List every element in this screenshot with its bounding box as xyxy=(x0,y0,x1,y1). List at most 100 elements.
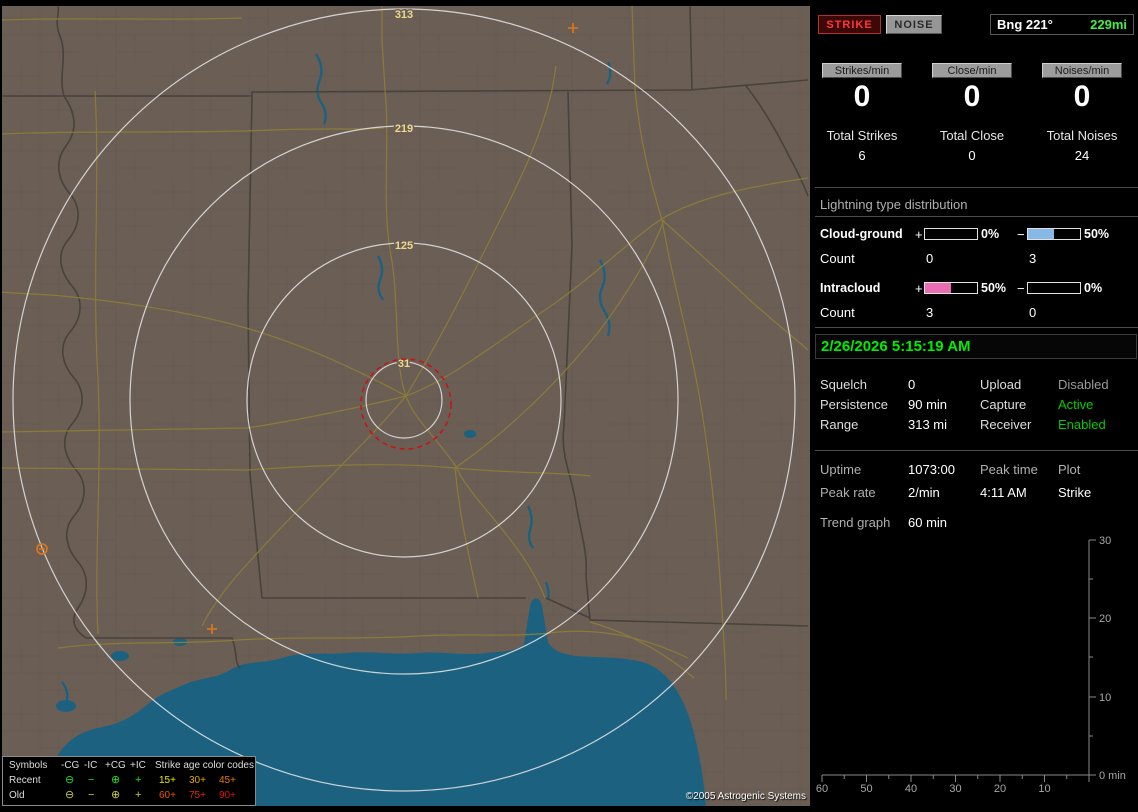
noises-per-min-value: 0 xyxy=(1073,80,1091,113)
cg-pos-recent-icon: ⊕ xyxy=(111,774,121,786)
uptime-label: Uptime xyxy=(820,462,862,477)
y-tick-20: 20 xyxy=(1099,613,1111,625)
copyright-text: ©2005 Astrogenic Systems xyxy=(685,791,806,802)
cg-minus-sign: − xyxy=(1017,227,1025,242)
peak-rate-label: Peak rate xyxy=(820,485,876,500)
nexstorm-window: 313 219 125 31 Symbols -CG -IC +CG +IC S… xyxy=(0,0,1138,812)
x-tick-20: 20 xyxy=(994,783,1006,795)
x-tick-60: 60 xyxy=(816,783,828,795)
plot-value: Strike xyxy=(1058,485,1092,500)
cg-plus-sign: + xyxy=(915,227,923,242)
ring-label-313: 313 xyxy=(395,9,413,21)
capture-label: Capture xyxy=(980,397,1027,412)
close-counter-column: Close/min 0 Total Close 0 xyxy=(932,63,1012,163)
receiver-value: Enabled xyxy=(1058,417,1106,432)
trend-x-major-ticks xyxy=(821,775,1090,782)
map-legend: Symbols -CG -IC +CG +IC Strike age color… xyxy=(2,756,256,806)
cg-negative-bar-fill xyxy=(1028,229,1054,239)
legend-col-ic-pos: +IC xyxy=(130,760,146,771)
strike-indicator-button[interactable]: STRIKE xyxy=(818,15,881,34)
x-tick-10: 10 xyxy=(1038,783,1050,795)
legend-old-label: Old xyxy=(9,790,25,801)
peak-rate-value: 2/min xyxy=(908,485,940,500)
legend-age-header: Strike age color codes xyxy=(155,760,254,771)
ic-negative-bar xyxy=(1027,282,1081,294)
close-per-min-label: Close/min xyxy=(932,63,1012,78)
ic-minus-sign: − xyxy=(1017,281,1025,296)
intracloud-label: Intracloud xyxy=(820,281,881,295)
trend-graph: 30 20 10 0 min 60 50 40 30 20 10 xyxy=(816,535,1126,795)
cg-neg-recent-icon: ⊖ xyxy=(65,774,75,786)
persistence-label: Persistence xyxy=(820,397,888,412)
origin-tick: 0 min xyxy=(1099,770,1126,782)
map-svg: 313 219 125 31 xyxy=(2,6,810,806)
legend-col-cg-pos: +CG xyxy=(105,760,126,771)
x-tick-50: 50 xyxy=(860,783,872,795)
receiver-label: Receiver xyxy=(980,417,1032,432)
ic-neg-old-icon: − xyxy=(88,789,95,801)
squelch-value: 0 xyxy=(908,377,916,392)
total-strikes-value: 6 xyxy=(858,148,866,163)
trend-y-minor-ticks xyxy=(1089,578,1093,737)
trend-graph-label: Trend graph xyxy=(820,515,891,530)
ring-label-125: 125 xyxy=(395,240,413,252)
noises-counter-column: Noises/min 0 Total Noises 24 xyxy=(1042,63,1122,163)
cg-neg-old-icon: ⊖ xyxy=(65,789,75,801)
bearing-distance: 229mi xyxy=(1090,17,1127,32)
uptime-value: 1073:00 xyxy=(908,462,955,477)
close-per-min-value: 0 xyxy=(963,80,981,113)
peak-time-value: 4:11 AM xyxy=(980,485,1027,500)
age-30: 30+ xyxy=(189,775,206,786)
ring-label-31: 31 xyxy=(398,358,410,370)
legend-recent-label: Recent xyxy=(9,775,41,786)
strikes-per-min-label: Strikes/min xyxy=(822,63,902,78)
total-noises-value: 24 xyxy=(1074,148,1090,163)
ic-pos-recent-icon: + xyxy=(135,774,142,786)
distribution-title: Lightning type distribution xyxy=(820,197,968,212)
persistence-value: 90 min xyxy=(908,397,948,412)
cg-positive-count: 0 xyxy=(926,251,934,266)
total-noises-label: Total Noises xyxy=(1046,128,1118,143)
x-tick-40: 40 xyxy=(905,783,917,795)
noises-per-min-label: Noises/min xyxy=(1042,63,1122,78)
upload-label: Upload xyxy=(980,377,1022,392)
noise-indicator-button[interactable]: NOISE xyxy=(886,15,942,34)
lightning-map[interactable]: 313 219 125 31 Symbols -CG -IC +CG +IC S… xyxy=(2,6,810,806)
age-45: 45+ xyxy=(219,775,236,786)
cg-negative-pct: 50% xyxy=(1084,227,1110,241)
control-panel: STRIKE NOISE Bng 221° 229mi Strikes/min … xyxy=(815,0,1138,812)
cg-pos-old-icon: ⊕ xyxy=(111,789,121,801)
datetime-display: 2/26/2026 5:15:19 AM xyxy=(815,334,1137,359)
cg-positive-bar xyxy=(924,228,978,240)
y-tick-30: 30 xyxy=(1099,535,1111,547)
cg-positive-pct: 0% xyxy=(981,227,1000,241)
cloud-ground-label: Cloud-ground xyxy=(820,227,903,241)
ic-positive-bar xyxy=(924,282,978,294)
total-strikes-label: Total Strikes xyxy=(826,128,898,143)
bearing-display: Bng 221° 229mi xyxy=(990,14,1134,35)
ic-plus-sign: + xyxy=(915,281,923,296)
ic-negative-pct: 0% xyxy=(1084,281,1103,295)
legend-col-ic-neg: -IC xyxy=(84,760,98,771)
trend-window-value: 60 min xyxy=(908,515,948,530)
peak-time-label: Peak time xyxy=(980,462,1038,477)
plot-label: Plot xyxy=(1058,462,1081,477)
ic-pos-old-icon: + xyxy=(135,789,142,801)
total-close-label: Total Close xyxy=(939,128,1005,143)
squelch-label: Squelch xyxy=(820,377,867,392)
age-60: 60+ xyxy=(159,790,176,801)
legend-symbols-header: Symbols xyxy=(9,760,48,771)
ic-neg-recent-icon: − xyxy=(88,774,95,786)
ic-positive-pct: 50% xyxy=(981,281,1007,295)
range-value: 313 mi xyxy=(908,417,948,432)
ring-label-219: 219 xyxy=(395,123,413,135)
x-tick-30: 30 xyxy=(949,783,961,795)
ic-count-label: Count xyxy=(820,305,855,320)
total-close-value: 0 xyxy=(968,148,976,163)
age-75: 75+ xyxy=(189,790,206,801)
age-15: 15+ xyxy=(159,775,176,786)
ic-negative-count: 0 xyxy=(1029,305,1037,320)
cg-count-label: Count xyxy=(820,251,855,266)
cg-negative-bar xyxy=(1027,228,1081,240)
capture-value: Active xyxy=(1058,397,1094,412)
